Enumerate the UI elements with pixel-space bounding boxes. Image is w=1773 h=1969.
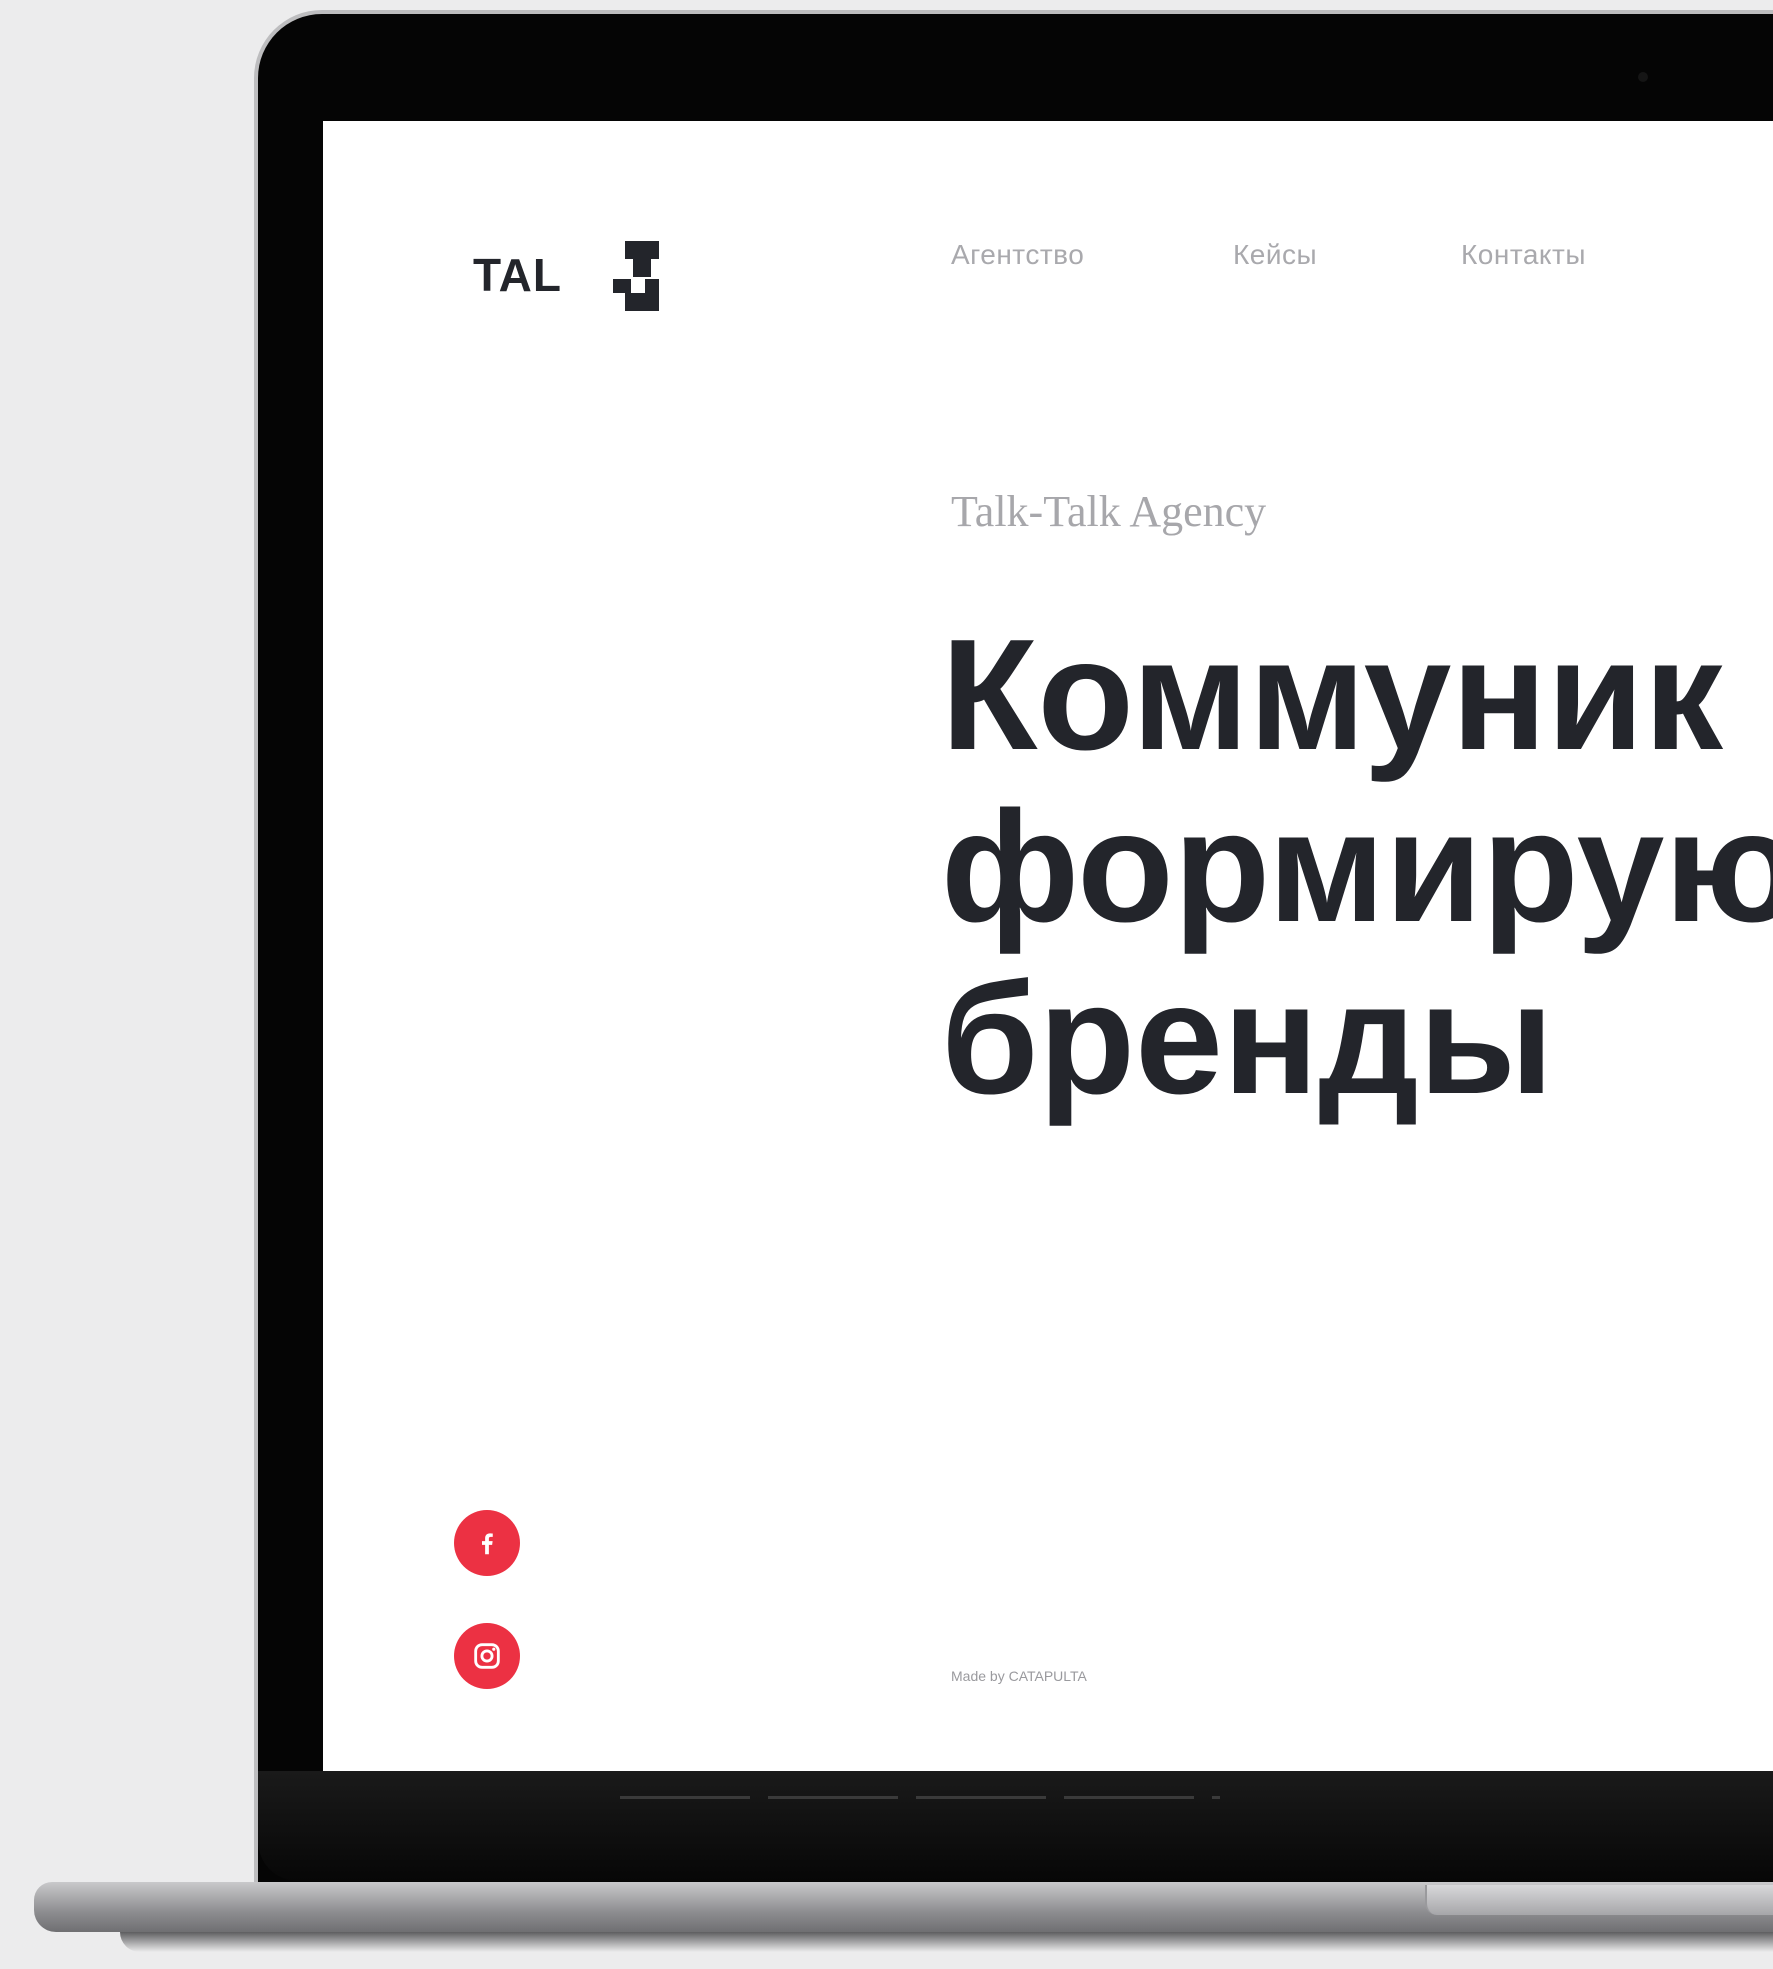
laptop-hinge [258, 1771, 1773, 1881]
agency-tagline: Talk-Talk Agency [951, 487, 1267, 536]
hero-headline: Коммуник формирую бренды [941, 609, 1773, 1125]
laptop-mockup: TAL Агентство Кейсы Контакты Talk-Talk A… [0, 0, 1773, 1969]
svg-text:TAL: TAL [473, 249, 562, 301]
nav-link-contacts[interactable]: Контакты [1461, 239, 1586, 271]
instagram-button[interactable] [454, 1623, 520, 1689]
nav-link-cases[interactable]: Кейсы [1233, 239, 1317, 271]
hinge-detail [620, 1796, 1220, 1799]
nav-link-agency[interactable]: Агентство [951, 239, 1084, 271]
instagram-icon [474, 1643, 500, 1669]
headline-line-2: формирую [941, 779, 1773, 955]
laptop-shadow [120, 1932, 1773, 1952]
laptop-base-notch [1425, 1885, 1773, 1915]
facebook-icon [482, 1533, 493, 1555]
facebook-button[interactable] [454, 1510, 520, 1576]
made-by-credit[interactable]: Made by CATAPULTA [951, 1668, 1087, 1684]
headline-line-1: Коммуник [941, 607, 1724, 783]
talk-logo[interactable]: TAL [473, 235, 673, 325]
website-screen: TAL Агентство Кейсы Контакты Talk-Talk A… [323, 121, 1773, 1771]
headline-line-3: бренды [941, 951, 1554, 1127]
camera-icon [1638, 72, 1648, 82]
